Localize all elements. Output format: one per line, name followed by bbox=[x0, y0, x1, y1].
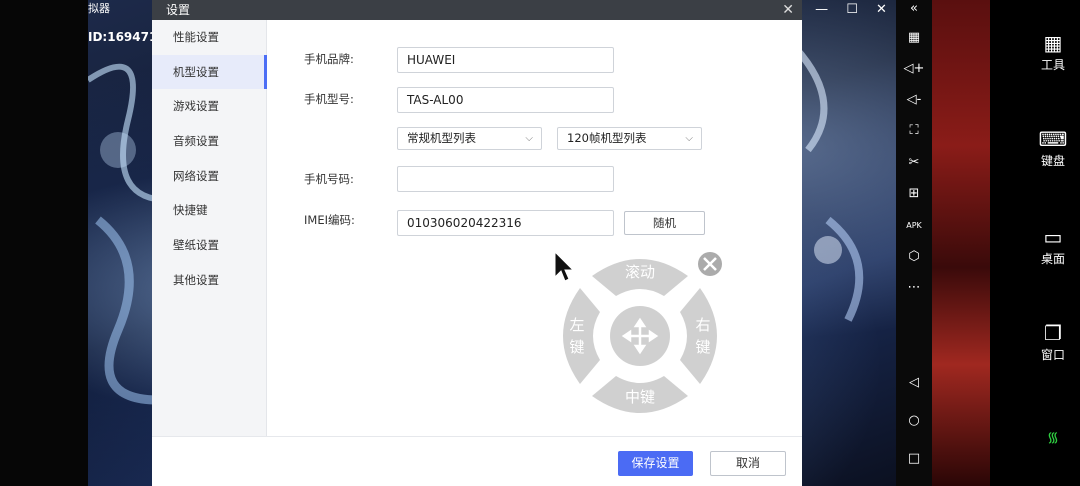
sidebar-item-wallpaper[interactable]: 壁纸设置 bbox=[152, 228, 266, 263]
keyboard-label: 键盘 bbox=[1040, 154, 1065, 168]
imei-label: IMEI编码: bbox=[304, 213, 355, 227]
mouse-cursor-icon bbox=[554, 251, 574, 282]
sidebar-item-other[interactable]: 其他设置 bbox=[152, 263, 266, 298]
brand-label: 手机品牌: bbox=[304, 52, 354, 66]
keyboard-icon[interactable]: ▦ bbox=[896, 27, 932, 49]
scissors-icon[interactable]: ✂ bbox=[896, 152, 932, 174]
sidebar-item-game[interactable]: 游戏设置 bbox=[152, 89, 266, 124]
model-field[interactable]: TAS-AL00 bbox=[397, 87, 614, 113]
wheel-left-label-2: 键 bbox=[569, 338, 584, 356]
model-label: 手机型号: bbox=[304, 92, 354, 106]
screen: 拟器 ID:1694716 — ☐ ✕ « ▦ ◁+ ◁- ⛶ ✂ ⊞ APK … bbox=[0, 0, 1080, 486]
volume-down-icon[interactable]: ◁- bbox=[896, 89, 932, 111]
model-list-select[interactable]: 常规机型列表 ⌵ bbox=[397, 127, 542, 150]
close-window-icon[interactable]: ✕ bbox=[876, 2, 887, 17]
dialog-title: 设置 bbox=[166, 3, 191, 17]
window-button[interactable]: ❐ 窗口 bbox=[1026, 322, 1080, 363]
tools-button[interactable]: ▦ 工具 bbox=[1026, 32, 1080, 73]
wheel-right-label-2: 键 bbox=[695, 338, 710, 356]
phone-field[interactable] bbox=[397, 166, 614, 192]
recent-icon[interactable]: □ bbox=[896, 448, 932, 470]
vertical-toolbar: « ▦ ◁+ ◁- ⛶ ✂ ⊞ APK ⬡ ⋯ ◁ ○ □ bbox=[896, 0, 932, 486]
dialog-title-bar: 设置 ✕ bbox=[152, 0, 802, 20]
wheel-bottom-label: 中键 bbox=[625, 388, 655, 406]
window-label: 窗口 bbox=[1040, 348, 1065, 362]
more-icon[interactable]: ⋯ bbox=[896, 277, 932, 299]
wheel-top-label: 滚动 bbox=[625, 263, 655, 281]
chevron-down-icon: ⌵ bbox=[525, 133, 533, 144]
wheel-right-label-1: 右 bbox=[695, 316, 710, 334]
volume-up-icon[interactable]: ◁+ bbox=[896, 58, 932, 80]
fullscreen-icon[interactable]: ⛶ bbox=[896, 120, 932, 142]
wheel-left-label-1: 左 bbox=[569, 316, 584, 334]
chevron-down-icon: ⌵ bbox=[685, 133, 693, 144]
cancel-button[interactable]: 取消 bbox=[710, 451, 786, 476]
grid-icon: ▦ bbox=[1043, 31, 1063, 55]
phone-label: 手机号码: bbox=[304, 172, 354, 186]
windows-icon: ❐ bbox=[1044, 321, 1062, 345]
sidebar-item-model[interactable]: 机型设置 bbox=[152, 54, 267, 90]
mouse-key-wheel: 滚动 中键 左 键 右 键 bbox=[563, 252, 722, 413]
home-icon[interactable]: ○ bbox=[896, 410, 932, 432]
desktop-label: 桌面 bbox=[1040, 252, 1065, 266]
brand-field[interactable]: HUAWEI bbox=[397, 47, 614, 73]
apk-icon[interactable]: APK bbox=[896, 215, 932, 237]
dialog-footer: 保存设置 取消 bbox=[152, 436, 802, 486]
back-icon[interactable]: ◁ bbox=[896, 372, 932, 394]
model-list-value: 常规机型列表 bbox=[407, 131, 476, 145]
wheel-right-segment bbox=[680, 288, 717, 384]
keyboard-button[interactable]: ⌨ 键盘 bbox=[1026, 128, 1080, 169]
minimize-icon[interactable]: — bbox=[815, 2, 828, 17]
collapse-icon[interactable]: « bbox=[896, 0, 932, 20]
save-button[interactable]: 保存设置 bbox=[618, 451, 693, 476]
close-icon[interactable]: ✕ bbox=[782, 0, 794, 20]
settings-sidebar: 性能设置 机型设置 游戏设置 音频设置 网络设置 快捷键 壁纸设置 其他设置 bbox=[152, 20, 267, 436]
right-game-art bbox=[932, 0, 990, 486]
settings-hex-icon[interactable]: ⬡ bbox=[896, 246, 932, 268]
fps-list-value: 120帧机型列表 bbox=[567, 131, 647, 145]
tools-label: 工具 bbox=[1040, 58, 1065, 72]
fps-list-select[interactable]: 120帧机型列表 ⌵ bbox=[557, 127, 702, 150]
wheel-left-segment bbox=[563, 288, 600, 384]
maximize-icon[interactable]: ☐ bbox=[846, 2, 858, 17]
desktop-button[interactable]: ▭ 桌面 bbox=[1026, 226, 1080, 267]
random-button[interactable]: 随机 bbox=[624, 211, 705, 235]
sidebar-item-network[interactable]: 网络设置 bbox=[152, 159, 266, 194]
wifi-icon: ᯾ bbox=[1047, 430, 1059, 446]
right-panel: ▦ 工具 ⌨ 键盘 ▭ 桌面 ❐ 窗口 ᯾ bbox=[1026, 0, 1080, 486]
emulator-title: 拟器 bbox=[88, 2, 110, 15]
sidebar-item-shortcuts[interactable]: 快捷键 bbox=[152, 193, 266, 228]
wheel-close-icon bbox=[698, 252, 722, 276]
left-edge bbox=[0, 0, 88, 486]
sidebar-item-performance[interactable]: 性能设置 bbox=[152, 20, 266, 55]
screenshot-icon[interactable]: ⊞ bbox=[896, 183, 932, 205]
monitor-icon: ▭ bbox=[1043, 225, 1063, 249]
window-controls: — ☐ ✕ bbox=[806, 0, 896, 18]
keyboard-panel-icon: ⌨ bbox=[1038, 127, 1068, 151]
sidebar-item-audio[interactable]: 音频设置 bbox=[152, 124, 266, 159]
imei-field[interactable]: 010306020422316 bbox=[397, 210, 614, 236]
